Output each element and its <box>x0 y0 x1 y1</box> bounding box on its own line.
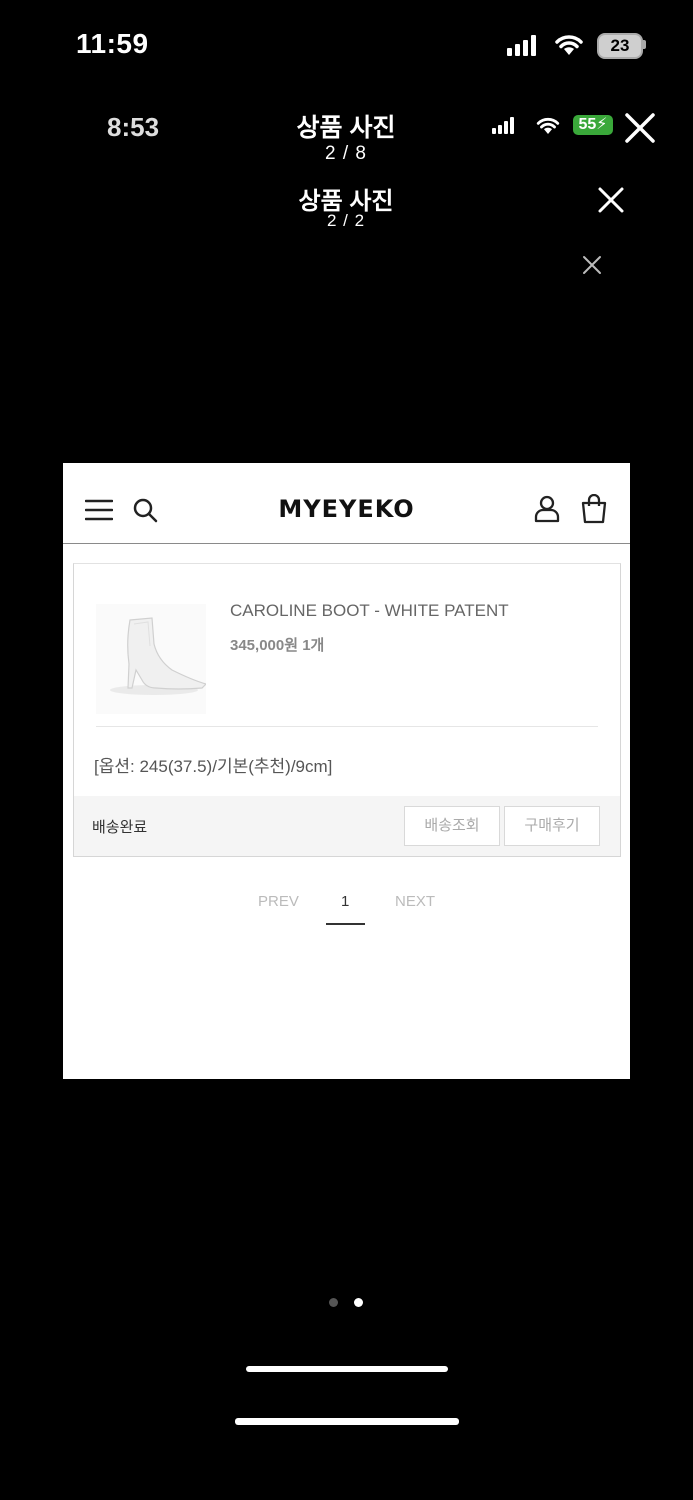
viewer-layer-1-battery-icon: 55⚡ <box>573 115 613 135</box>
viewer-layer-1-signal-icon <box>492 116 514 134</box>
page-dot-1[interactable] <box>329 1298 338 1307</box>
product-photo: MYEYEKO CAROLINE BOOT - WHITE PATENT 345… <box>63 463 630 1079</box>
pagination-current[interactable]: 1 <box>341 893 349 910</box>
viewer-layer-1-title: 상품 사진 <box>296 114 396 142</box>
pagination-prev[interactable]: PREV <box>258 893 299 910</box>
write-review-button[interactable]: 구매후기 <box>504 806 600 846</box>
viewer-layer-3-close-icon[interactable] <box>581 254 603 276</box>
viewer-layer-1-counter: 2 / 8 <box>325 143 367 164</box>
battery-icon: 23 <box>597 33 643 59</box>
pagination-current-underline <box>326 923 365 925</box>
viewer-layer-2-close-icon[interactable] <box>595 184 627 216</box>
track-delivery-button[interactable]: 배송조회 <box>404 806 500 846</box>
viewer-layer-1-wifi-icon <box>536 118 560 134</box>
order-footer: 배송완료 배송조회 구매후기 <box>74 796 620 856</box>
shop-header: MYEYEKO <box>63 463 630 544</box>
pagination-next[interactable]: NEXT <box>395 893 435 910</box>
delivery-status: 배송완료 <box>92 819 148 836</box>
battery-level: 23 <box>610 36 630 55</box>
product-name[interactable]: CAROLINE BOOT - WHITE PATENT <box>230 601 509 621</box>
product-option: [옵션: 245(37.5)/기본(추천)/9cm] <box>94 757 333 776</box>
viewer-layer-2-counter: 2 / 2 <box>326 211 366 230</box>
product-thumbnail[interactable] <box>96 604 206 714</box>
home-indicator-inner[interactable] <box>246 1366 448 1372</box>
status-time: 11:59 <box>76 28 149 59</box>
cart-icon[interactable] <box>581 494 607 524</box>
divider <box>96 726 598 727</box>
viewer-layer-1-time: 8:53 <box>107 112 160 142</box>
wifi-icon <box>555 35 583 55</box>
account-icon[interactable] <box>534 495 560 523</box>
viewer-layer-1-battery-level: 55 <box>578 116 597 133</box>
cellular-signal-icon <box>507 34 536 56</box>
product-price: 345,000원 1개 <box>230 637 325 654</box>
order-item: CAROLINE BOOT - WHITE PATENT 345,000원 1개… <box>73 563 621 857</box>
battery-tip <box>643 40 646 49</box>
home-indicator[interactable] <box>235 1418 459 1425</box>
page-dot-2[interactable] <box>354 1298 363 1307</box>
viewer-layer-1-close-icon[interactable] <box>622 110 658 146</box>
